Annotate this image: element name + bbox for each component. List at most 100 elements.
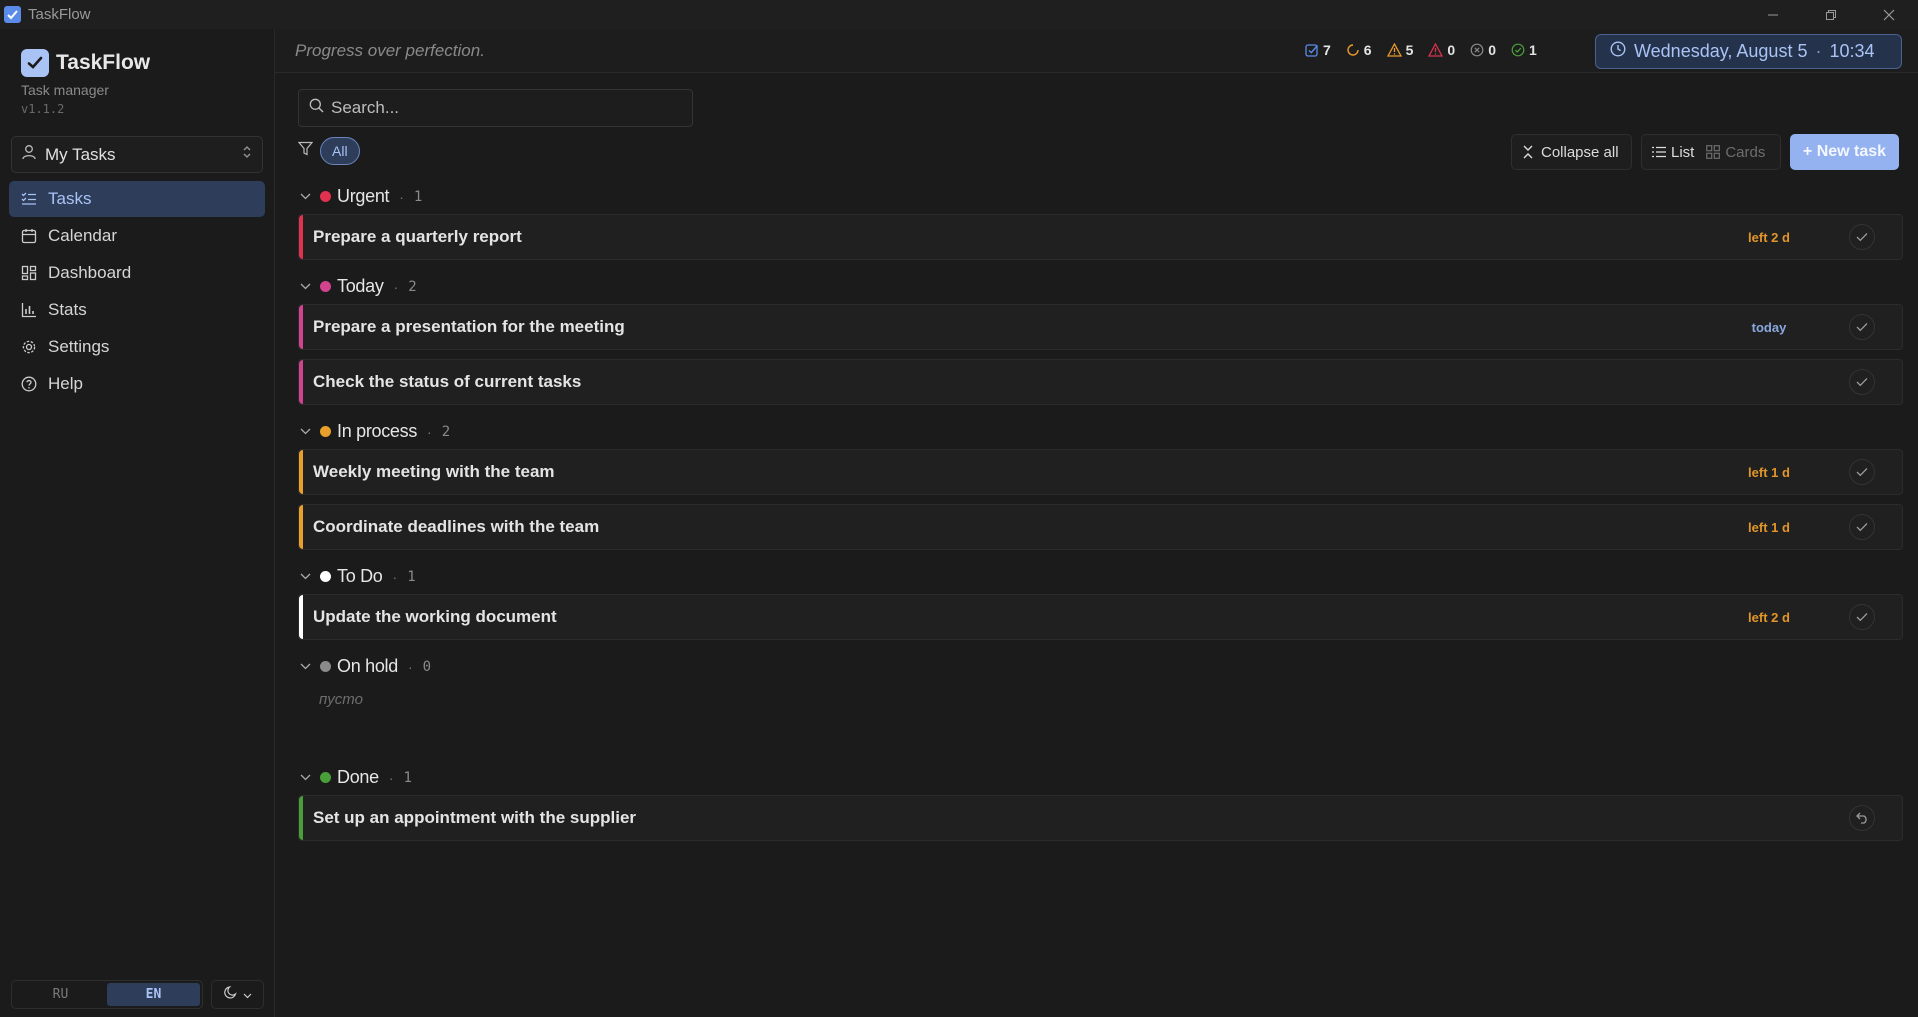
group-header[interactable]: To Do · 1	[298, 559, 1903, 594]
group-header[interactable]: On hold · 0	[298, 649, 1903, 684]
group-color-dot	[320, 571, 331, 582]
view-cards-button[interactable]: Cards	[1700, 138, 1771, 166]
stat-value: 6	[1363, 42, 1372, 58]
complete-task-button[interactable]	[1849, 369, 1875, 395]
group-color-dot	[320, 661, 331, 672]
help-circle-icon	[21, 376, 37, 392]
main-area: Progress over perfection. 7 6 5 0 0 1 We…	[275, 29, 1918, 1017]
sidebar-item-dashboard[interactable]: Dashboard	[9, 255, 265, 291]
complete-task-button[interactable]	[1849, 224, 1875, 250]
task-row[interactable]: Coordinate deadlines with the team left 1…	[298, 504, 1903, 550]
bar-chart-icon	[21, 302, 37, 318]
task-row[interactable]: Weekly meeting with the team left 1 d	[298, 449, 1903, 495]
sidebar-item-settings[interactable]: Settings	[9, 329, 265, 365]
check-circle-icon	[1511, 43, 1525, 57]
group-separator: ·	[393, 278, 399, 295]
task-row[interactable]: Update the working document left 2 d	[298, 594, 1903, 640]
group-header[interactable]: Urgent · 1	[298, 179, 1903, 214]
view-toggle: List Cards	[1641, 134, 1781, 170]
complete-task-button[interactable]	[1849, 514, 1875, 540]
moon-icon	[223, 985, 238, 1004]
status-counters: 7 6 5 0 0 1	[1305, 42, 1552, 58]
sidebar-item-label: Stats	[48, 300, 87, 319]
restore-button[interactable]	[1802, 0, 1860, 29]
stat-value: 0	[1447, 42, 1456, 58]
task-title: Check the status of current tasks	[313, 372, 582, 391]
sidebar-item-label: Settings	[48, 337, 110, 356]
chevron-down-icon[interactable]	[298, 663, 312, 670]
group-separator: ·	[399, 188, 404, 205]
sidebar-nav: Tasks Calendar Dashboard Stats Settings …	[9, 181, 265, 403]
group-separator: ·	[427, 423, 432, 440]
brand-name: TaskFlow	[56, 51, 151, 74]
stat-in-progress: 6	[1346, 42, 1372, 58]
task-due: left 1 d	[1748, 519, 1790, 535]
sidebar-item-tasks[interactable]: Tasks	[9, 181, 265, 217]
search-icon	[309, 98, 324, 118]
brand-logo-icon	[21, 49, 49, 77]
workspace-select[interactable]: My Tasks	[11, 136, 263, 173]
filter-icon[interactable]	[297, 141, 314, 161]
chevron-down-icon[interactable]	[298, 428, 312, 435]
stat-done: 1	[1511, 42, 1537, 58]
task-row[interactable]: Check the status of current tasks	[298, 359, 1903, 405]
group-name: To Do	[337, 566, 383, 586]
sidebar-item-stats[interactable]: Stats	[9, 292, 265, 328]
sidebar-item-help[interactable]: Help	[9, 366, 265, 402]
task-due: today	[1751, 319, 1787, 335]
new-task-button[interactable]: + New task	[1790, 134, 1899, 170]
user-icon	[22, 144, 36, 165]
language-option-en[interactable]: EN	[107, 983, 200, 1006]
filter-row: All	[297, 137, 360, 165]
stat-value: 0	[1488, 42, 1496, 58]
calendar-icon	[21, 228, 37, 244]
stat-total: 7	[1305, 42, 1331, 58]
view-list-button[interactable]: List	[1646, 138, 1700, 166]
group-count: 2	[441, 423, 451, 440]
complete-task-button[interactable]	[1849, 604, 1875, 630]
list-check-icon	[21, 191, 37, 207]
check-icon	[1856, 322, 1868, 332]
list-icon	[1652, 146, 1666, 158]
search-input[interactable]: Search...	[298, 89, 693, 127]
language-option-ru[interactable]: RU	[14, 983, 107, 1006]
loading-icon	[1346, 43, 1360, 57]
chevron-down-icon[interactable]	[298, 774, 312, 781]
theme-toggle[interactable]	[211, 980, 264, 1009]
complete-task-button[interactable]	[1849, 314, 1875, 340]
brand-subtitle: Task manager	[21, 82, 109, 98]
stat-overdue: 0	[1428, 42, 1455, 58]
task-color-bar	[299, 215, 303, 259]
task-row[interactable]: Set up an appointment with the supplier	[298, 795, 1903, 841]
dashboard-icon	[21, 265, 37, 281]
chevron-down-icon[interactable]	[298, 573, 312, 580]
close-window-button[interactable]	[1860, 0, 1918, 29]
task-color-bar	[299, 450, 303, 494]
group-header[interactable]: Done · 1	[298, 760, 1903, 795]
check-icon	[1856, 377, 1868, 387]
task-row[interactable]: Prepare a presentation for the meeting to…	[298, 304, 1903, 350]
sidebar-item-calendar[interactable]: Calendar	[9, 218, 265, 254]
chevron-down-icon[interactable]	[298, 283, 312, 290]
minimize-button[interactable]	[1744, 0, 1802, 29]
chevron-down-icon[interactable]	[298, 193, 312, 200]
group-color-dot	[320, 772, 331, 783]
complete-task-button[interactable]	[1849, 459, 1875, 485]
grid-icon	[1706, 145, 1721, 159]
app-logo-icon	[4, 6, 21, 23]
undo-task-button[interactable]	[1849, 805, 1875, 831]
filter-chip-all[interactable]: All	[320, 137, 360, 165]
group-name: Done	[337, 767, 379, 787]
task-title: Update the working document	[313, 607, 557, 626]
group-header[interactable]: In process · 2	[298, 414, 1903, 449]
group-header[interactable]: Today · 2	[298, 269, 1903, 304]
sidebar-item-label: Help	[48, 374, 83, 393]
chevron-updown-icon	[242, 145, 252, 164]
group-color-dot	[320, 281, 331, 292]
sidebar: TaskFlow Task manager v1.1.2 My Tasks Ta…	[0, 29, 275, 1017]
top-bar: Progress over perfection. 7 6 5 0 0 1 We…	[275, 29, 1918, 73]
collapse-all-button[interactable]: Collapse all	[1511, 134, 1632, 170]
task-row[interactable]: Prepare a quarterly report left 2 d	[298, 214, 1903, 260]
check-icon	[1856, 232, 1868, 242]
motto-text: Progress over perfection.	[295, 41, 485, 60]
